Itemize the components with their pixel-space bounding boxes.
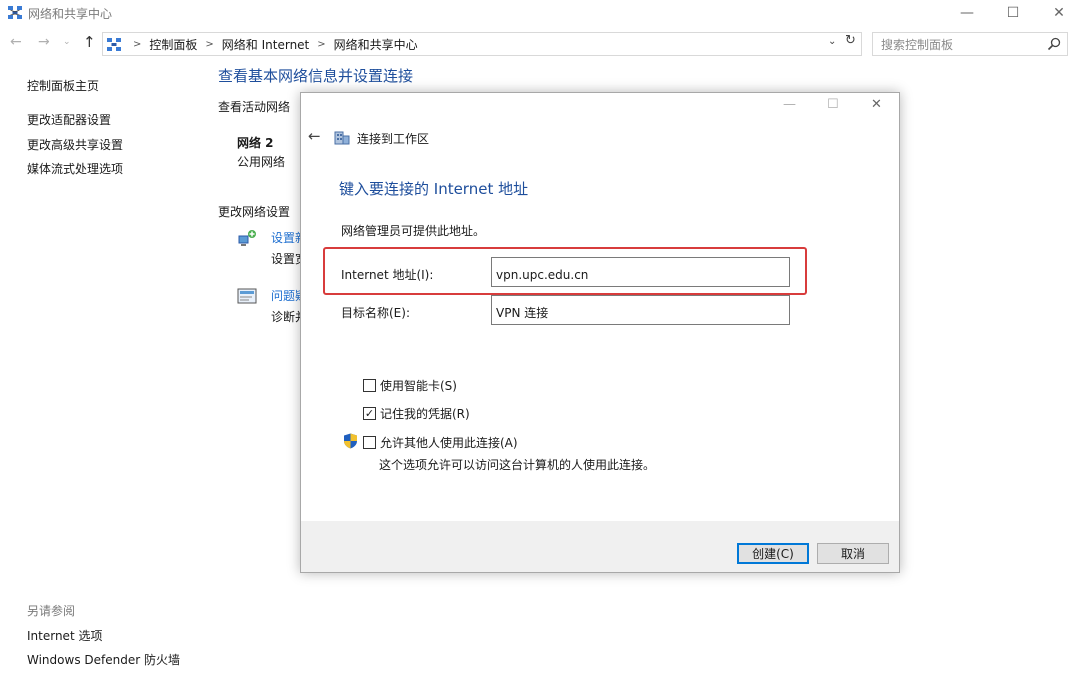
maximize-button[interactable]: ☐: [990, 0, 1036, 26]
smartcard-label: 使用智能卡(S): [380, 379, 457, 393]
see-also-heading: 另请参阅: [27, 604, 76, 618]
defender-firewall-link[interactable]: Windows Defender 防火墙: [27, 651, 180, 668]
network-center-icon: [8, 6, 22, 19]
change-adapter-settings-link[interactable]: 更改适配器设置: [27, 111, 111, 128]
close-button[interactable]: ✕: [1036, 0, 1080, 26]
dialog-maximize-button[interactable]: ☐: [827, 97, 839, 112]
dialog-footer: 创建(C) 取消: [301, 521, 899, 572]
remember-credentials-label: 记住我的凭据(R): [380, 407, 470, 421]
title-bar: 网络和共享中心 — ☐ ✕: [0, 0, 1080, 26]
active-networks-label: 查看活动网络: [218, 100, 291, 114]
address-bar[interactable]: > 控制面板 > 网络和 Internet > 网络和共享中心: [102, 32, 862, 56]
destination-name-input[interactable]: [491, 295, 790, 325]
chevron-right-icon[interactable]: >: [317, 39, 325, 50]
allow-others-description: 这个选项允许可以访问这台计算机的人使用此连接。: [379, 458, 656, 472]
remember-credentials-checkbox[interactable]: ✓: [363, 407, 376, 420]
internet-address-label: Internet 地址(I):: [341, 268, 434, 282]
smartcard-checkbox-row[interactable]: 使用智能卡(S): [363, 377, 457, 394]
allow-others-row[interactable]: 允许其他人使用此连接(A): [363, 434, 518, 451]
change-sharing-settings-link[interactable]: 更改高级共享设置: [27, 136, 123, 153]
navigation-bar: ← → ⌄ ↑ > 控制面板 > 网络和 Internet > 网络和共享中心 …: [0, 30, 1080, 58]
search-icon[interactable]: [1047, 37, 1061, 51]
search-input[interactable]: 搜索控制面板: [872, 32, 1068, 56]
control-panel-home-link[interactable]: 控制面板主页: [27, 77, 99, 94]
uac-shield-icon: [344, 433, 357, 449]
network-type: 公用网络: [237, 155, 286, 169]
allow-others-label: 允许其他人使用此连接(A): [380, 436, 518, 450]
breadcrumb-network-internet[interactable]: 网络和 Internet: [222, 36, 309, 53]
breadcrumb-network-center[interactable]: 网络和共享中心: [334, 36, 418, 53]
search-placeholder: 搜索控制面板: [881, 37, 954, 52]
change-settings-label: 更改网络设置: [218, 205, 291, 219]
recent-locations-button[interactable]: ⌄: [63, 37, 71, 47]
dialog-minimize-button[interactable]: —: [783, 97, 796, 112]
address-dropdown-icon[interactable]: ⌄: [828, 36, 836, 47]
new-connection-icon: [238, 230, 256, 246]
destination-name-label: 目标名称(E):: [341, 306, 410, 320]
network-name: 网络 2: [237, 136, 274, 150]
smartcard-checkbox[interactable]: [363, 379, 376, 392]
dialog-back-button[interactable]: ←: [308, 127, 321, 145]
dialog-close-button[interactable]: ✕: [871, 97, 882, 112]
chevron-right-icon[interactable]: >: [205, 39, 213, 50]
internet-options-link[interactable]: Internet 选项: [27, 627, 102, 644]
back-button[interactable]: ←: [10, 34, 22, 50]
window-title: 网络和共享中心: [28, 7, 113, 21]
control-panel-icon: [107, 37, 121, 51]
workplace-building-icon: [334, 131, 350, 145]
create-button[interactable]: 创建(C): [737, 543, 809, 564]
media-streaming-link[interactable]: 媒体流式处理选项: [27, 160, 123, 177]
breadcrumb-control-panel[interactable]: 控制面板: [149, 36, 197, 53]
dialog-note: 网络管理员可提供此地址。: [341, 224, 486, 238]
troubleshoot-icon: [237, 288, 257, 304]
up-button[interactable]: ↑: [83, 33, 96, 51]
forward-button[interactable]: →: [38, 34, 50, 50]
connect-workplace-dialog: — ☐ ✕ ← 连接到工作区 键入要连接的 Internet 地址 网络管理员可…: [300, 92, 900, 573]
remember-credentials-row[interactable]: ✓ 记住我的凭据(R): [363, 405, 470, 422]
cancel-button[interactable]: 取消: [817, 543, 889, 564]
minimize-button[interactable]: —: [944, 0, 990, 26]
allow-others-checkbox[interactable]: [363, 436, 376, 449]
dialog-heading: 键入要连接的 Internet 地址: [339, 180, 529, 198]
refresh-icon[interactable]: ↻: [845, 33, 856, 48]
dialog-caption: 连接到工作区: [357, 132, 430, 146]
chevron-right-icon: >: [133, 38, 142, 50]
internet-address-input[interactable]: [491, 257, 790, 287]
page-title: 查看基本网络信息并设置连接: [218, 67, 414, 85]
